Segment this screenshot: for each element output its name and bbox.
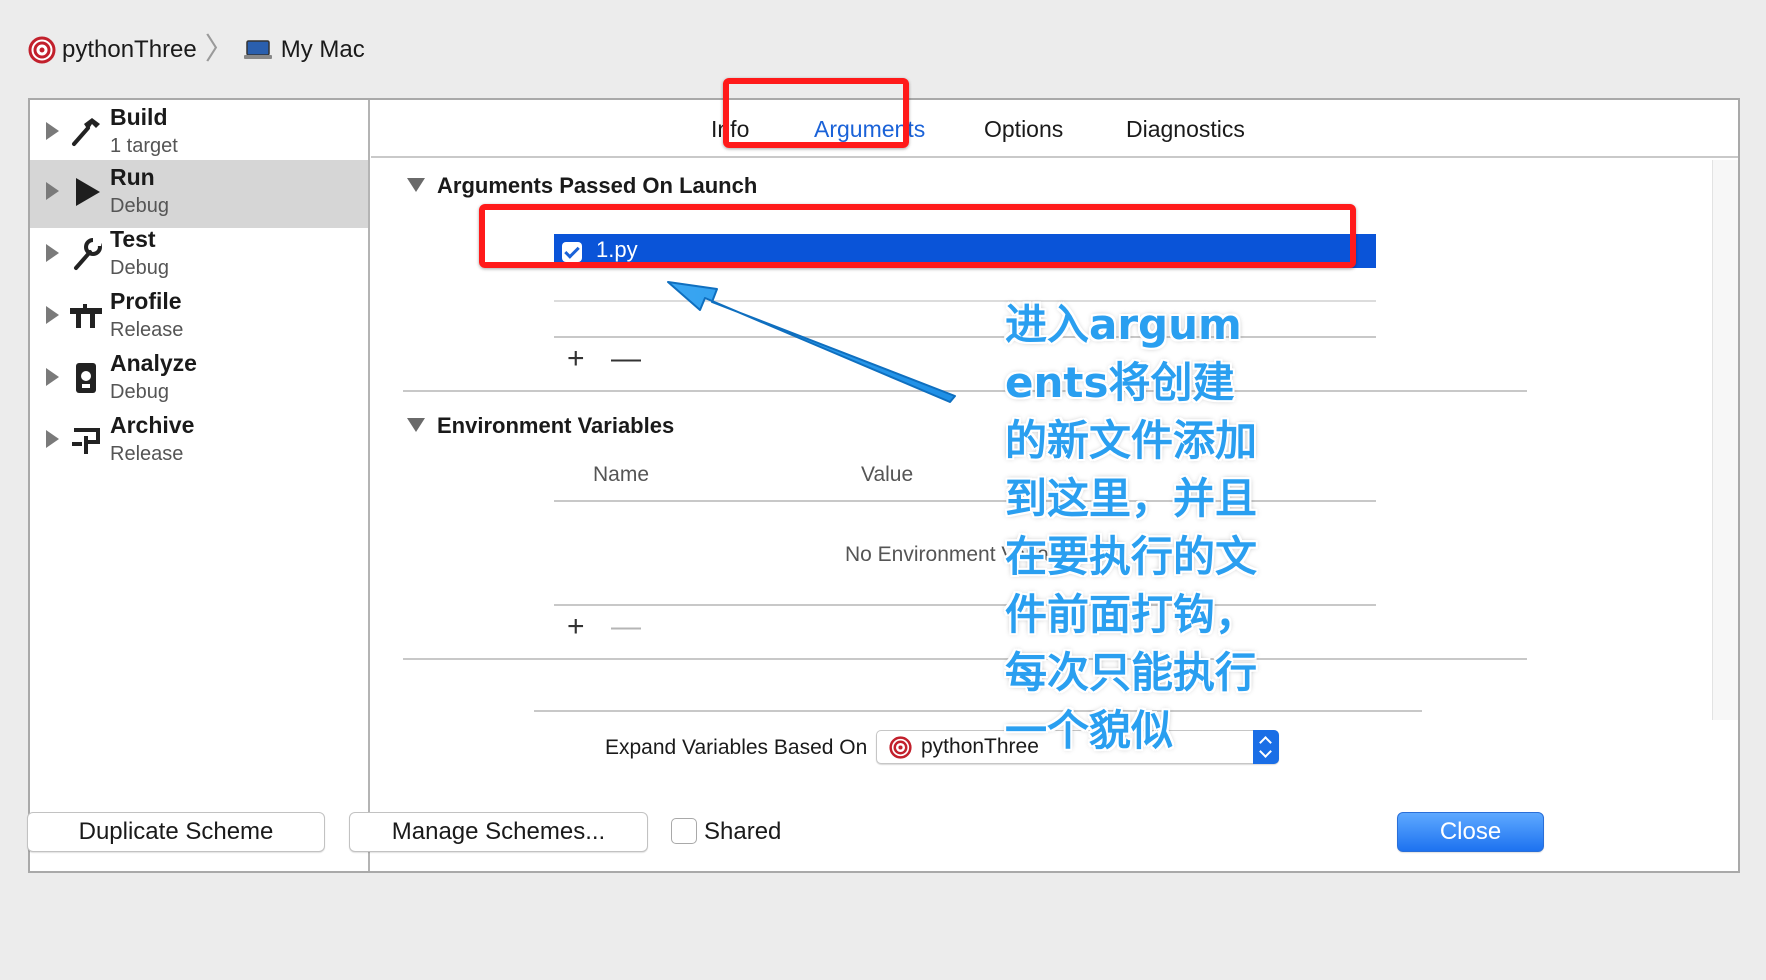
sidebar-item-title: Test xyxy=(110,226,156,252)
arguments-disclosure-icon[interactable] xyxy=(407,178,425,192)
disclosure-triangle-icon[interactable] xyxy=(46,182,59,200)
shared-checkbox[interactable] xyxy=(671,818,697,844)
sidebar-item-title: Build xyxy=(110,104,168,130)
highlight-box-arguments-tab xyxy=(723,78,909,148)
close-button[interactable]: Close xyxy=(1397,812,1544,852)
add-argument-button[interactable]: + xyxy=(567,344,585,374)
duplicate-scheme-button[interactable]: Duplicate Scheme xyxy=(27,812,325,852)
tab-bar: Info Arguments Options Diagnostics xyxy=(371,100,1738,158)
env-disclosure-icon[interactable] xyxy=(407,418,425,432)
annotation-text: 进入arguments将创建的新文件添加到这里，并且在要执行的文件前面打钩，每次… xyxy=(1005,300,1258,755)
target-icon xyxy=(28,36,56,64)
disclosure-triangle-icon[interactable] xyxy=(46,430,59,448)
sidebar-item-subtitle: Release xyxy=(110,443,184,465)
scheme-breadcrumb[interactable]: pythonThree 〉 My Mac xyxy=(28,32,365,68)
manage-schemes-button[interactable]: Manage Schemes... xyxy=(349,812,648,852)
sidebar-item-profile[interactable]: Profile Release xyxy=(30,284,368,352)
sidebar-item-subtitle: Release xyxy=(110,319,184,341)
env-column-value[interactable]: Value xyxy=(861,463,913,487)
sidebar-item-archive[interactable]: Archive Release xyxy=(30,408,368,476)
sidebar-item-subtitle: Debug xyxy=(110,195,169,217)
gauge-icon xyxy=(70,304,102,328)
sidebar-item-title: Profile xyxy=(110,288,182,314)
sidebar-item-run[interactable]: Run Debug xyxy=(30,160,368,228)
tab-options[interactable]: Options xyxy=(984,116,1063,143)
scheme-target-name: pythonThree xyxy=(62,36,197,63)
env-section-title: Environment Variables xyxy=(437,413,675,438)
shared-label[interactable]: Shared xyxy=(704,818,781,846)
wrench-icon xyxy=(74,238,102,270)
disclosure-triangle-icon[interactable] xyxy=(46,244,59,262)
divider xyxy=(534,710,1422,712)
scheme-actions-sidebar: Build 1 target Run Debug Test Debug Prof… xyxy=(30,100,370,871)
sidebar-item-subtitle: Debug xyxy=(110,257,169,279)
disclosure-triangle-icon[interactable] xyxy=(46,122,59,140)
env-column-name[interactable]: Name xyxy=(593,463,649,487)
sidebar-item-subtitle: 1 target xyxy=(110,135,178,157)
sidebar-item-build[interactable]: Build 1 target xyxy=(30,100,368,168)
disclosure-triangle-icon[interactable] xyxy=(46,368,59,386)
arguments-section-title: Arguments Passed On Launch xyxy=(437,173,758,198)
sidebar-item-analyze[interactable]: Analyze Debug xyxy=(30,346,368,414)
archive-icon xyxy=(72,428,100,454)
sidebar-item-title: Analyze xyxy=(110,350,197,376)
section-divider xyxy=(403,658,1527,660)
mac-laptop-icon xyxy=(243,40,272,59)
sidebar-item-subtitle: Debug xyxy=(110,381,169,403)
analyze-icon xyxy=(76,363,96,393)
vertical-scrollbar[interactable] xyxy=(1712,160,1738,720)
remove-argument-button[interactable]: — xyxy=(611,344,641,374)
section-divider xyxy=(403,390,1527,392)
remove-env-button[interactable]: — xyxy=(611,612,641,642)
add-env-button[interactable]: + xyxy=(567,612,585,642)
destination-name: My Mac xyxy=(280,36,365,63)
target-icon xyxy=(889,736,912,759)
sidebar-item-title: Run xyxy=(110,164,155,190)
play-icon xyxy=(76,178,100,206)
sidebar-item-title: Archive xyxy=(110,412,195,438)
hammer-icon xyxy=(72,118,100,146)
tab-diagnostics[interactable]: Diagnostics xyxy=(1126,116,1245,143)
sidebar-item-test[interactable]: Test Debug xyxy=(30,222,368,290)
highlight-box-argument-row xyxy=(479,204,1356,268)
breadcrumb-chevron-icon: 〉 xyxy=(204,33,235,66)
expand-variables-label: Expand Variables Based On xyxy=(605,736,868,759)
disclosure-triangle-icon[interactable] xyxy=(46,306,59,324)
